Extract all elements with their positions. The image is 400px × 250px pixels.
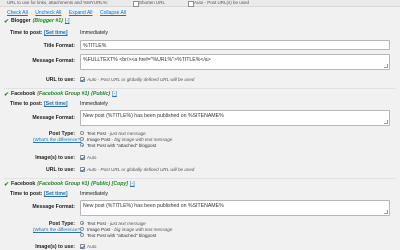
collapse-all-link[interactable]: Collapse All: [100, 10, 126, 16]
message-format-label: Message Format:: [32, 204, 75, 210]
time-value: Immediately: [80, 191, 108, 197]
url-auto-text: Auto - Post URL or globally defined URL …: [87, 167, 195, 172]
set-time-link[interactable]: [Set time]: [44, 101, 68, 107]
message-format-label: Message Format:: [32, 58, 75, 64]
message-format-text: New post (%TITLE%) has been published on…: [83, 203, 224, 209]
check-icon: ✔: [4, 181, 10, 188]
message-format-text: New post (%TITLE%) has been published on…: [83, 113, 224, 119]
bulk-links: Check All Uncheck All Expand All Collaps…: [7, 10, 132, 16]
expand-all-link[interactable]: Expand All: [69, 10, 93, 16]
title-format-input[interactable]: %TITLE%: [80, 40, 390, 50]
time-to-post-label: Time to post: [Set time]: [10, 101, 68, 107]
whats-difference-link[interactable]: (What's the difference?): [33, 137, 82, 142]
auto-url-label: Auto - Post URL(s) be used: [194, 0, 250, 5]
url-option-row: URL to use for links, attachments and %M…: [0, 0, 400, 7]
account-name: (Facebook Group #1): [37, 181, 90, 187]
url-to-use-label: URL to use:: [45, 167, 75, 173]
time-to-post-label: Time to post: [Set time]: [10, 191, 68, 197]
check-all-link[interactable]: Check All: [7, 10, 28, 16]
collapse-toggle[interactable]: [-]: [65, 18, 70, 24]
attached-post-radio[interactable]: [80, 233, 84, 237]
collapse-toggle[interactable]: [-]: [130, 181, 135, 187]
image-post-option: Image Post - big image with text message: [87, 136, 173, 142]
title-format-label: Title Format:: [43, 43, 75, 49]
check-icon: ✔: [4, 18, 10, 25]
text-post-radio[interactable]: [80, 221, 84, 225]
images-auto-text: Auto: [87, 155, 97, 160]
facebook2-header: ✔ Facebook (Facebook Group #1) (Public) …: [4, 180, 135, 188]
time-value: Immediately: [80, 30, 108, 36]
image-post-radio[interactable]: [80, 227, 84, 231]
whats-difference-link[interactable]: (What's the difference?): [33, 227, 82, 232]
text-post-radio[interactable]: [80, 131, 84, 135]
time-value: Immediately: [80, 101, 108, 107]
facebook1-header: ✔ Facebook (Facebook Group #1) (Public) …: [4, 90, 117, 98]
attached-post-option: Text Post with "attached" blogpost: [87, 142, 157, 148]
check-icon: ✔: [4, 91, 10, 98]
network-name: Facebook: [11, 91, 36, 97]
message-format-text: %FULLTEXT% <br/><a href="%URL%">%TITLE%<…: [83, 57, 211, 63]
url-auto-checkbox[interactable]: [80, 167, 85, 172]
message-format-textarea[interactable]: New post (%TITLE%) has been published on…: [80, 200, 390, 216]
resize-handle[interactable]: [384, 120, 388, 124]
account-extra: (Public) [Copy]: [91, 181, 129, 187]
text-post-option: Text Post - just text message: [87, 130, 146, 136]
message-format-label: Message Format:: [32, 115, 75, 121]
url-auto-checkbox[interactable]: [80, 77, 85, 82]
url-option-label: URL to use for links, attachments and %M…: [7, 0, 109, 5]
network-name: Blogger: [11, 18, 31, 24]
blogger-header: ✔ Blogger (Blogger #1) [-]: [4, 17, 70, 25]
images-to-use-label: Image(s) to use:: [35, 244, 75, 250]
resize-handle[interactable]: [384, 210, 388, 214]
url-auto-text: Auto - Post URL or globally defined URL …: [87, 77, 195, 82]
set-time-link[interactable]: [Set time]: [44, 30, 68, 36]
set-time-link[interactable]: [Set time]: [44, 191, 68, 197]
divider: [4, 178, 396, 179]
account-extra: (Public): [91, 91, 111, 97]
attached-post-radio[interactable]: [80, 143, 84, 147]
images-to-use-label: Image(s) to use:: [35, 155, 75, 161]
uncheck-all-link[interactable]: Uncheck All: [35, 10, 61, 16]
divider: [4, 88, 396, 89]
message-format-textarea[interactable]: New post (%TITLE%) has been published on…: [80, 110, 390, 126]
images-auto-checkbox[interactable]: [80, 244, 85, 249]
attached-post-option: Text Post with "attached" blogpost: [87, 232, 157, 238]
image-post-radio[interactable]: [80, 137, 84, 141]
account-name: (Facebook Group #1): [37, 91, 90, 97]
autopost-settings-page: URL to use for links, attachments and %M…: [0, 0, 400, 250]
message-format-textarea[interactable]: %FULLTEXT% <br/><a href="%URL%">%TITLE%<…: [80, 54, 390, 70]
network-name: Facebook: [11, 181, 36, 187]
time-to-post-label: Time to post: [Set time]: [10, 30, 68, 36]
image-post-option: Image Post - big image with text message: [87, 226, 173, 232]
images-auto-text: Auto: [87, 244, 97, 249]
shorten-url-label: Shorten URL: [139, 0, 166, 5]
collapse-toggle[interactable]: [-]: [112, 91, 117, 97]
account-name: (Blogger #1): [32, 18, 63, 24]
images-auto-checkbox[interactable]: [80, 155, 85, 160]
text-post-option: Text Post - just text message: [87, 220, 146, 226]
resize-handle[interactable]: [384, 64, 388, 68]
url-to-use-label: URL to use:: [45, 77, 75, 83]
